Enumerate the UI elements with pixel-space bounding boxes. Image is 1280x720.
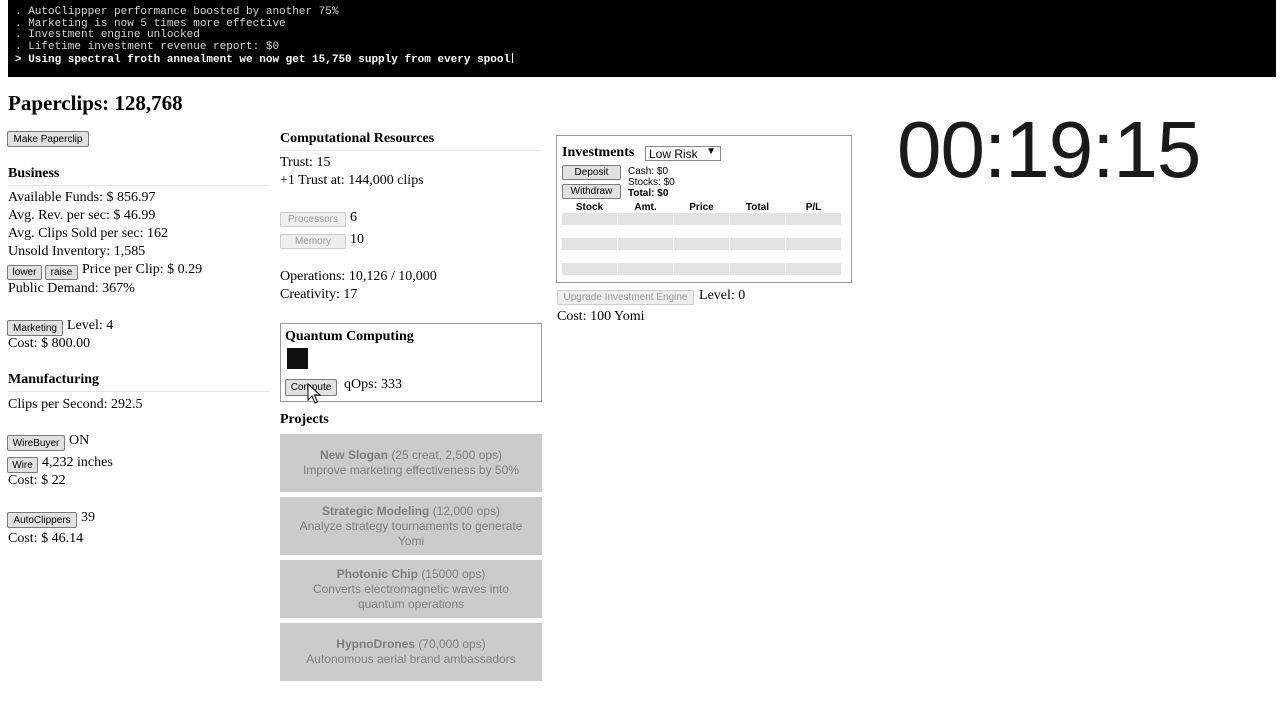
risk-select[interactable]: Low Risk ▼	[645, 146, 721, 161]
console-line: . Lifetime investment revenue report: $0	[15, 40, 280, 53]
available-funds: Available Funds: $ 856.97	[8, 190, 156, 205]
computational-divider	[280, 150, 542, 151]
manufacturing-heading: Manufacturing	[8, 372, 99, 387]
processors-count: 6	[350, 210, 357, 225]
console-line: . AutoClippper performance boosted by an…	[15, 6, 339, 18]
wirebuyer-button[interactable]: WireBuyer	[7, 435, 65, 451]
chevron-down-icon: ▼	[706, 146, 716, 157]
risk-select-value: Low Risk	[649, 147, 698, 161]
price-per-clip: Price per Clip: $ 0.29	[82, 262, 203, 277]
event-console: . AutoClippper performance boosted by an…	[8, 0, 1276, 77]
project-strategic-modeling[interactable]: Strategic Modeling (12,000 ops) Analyze …	[280, 497, 542, 555]
project-hypnodrones[interactable]: HypnoDrones (70,000 ops) Autonomous aeri…	[280, 623, 542, 681]
qops-value: qOps: 333	[344, 377, 402, 392]
trust-value: Trust: 15	[280, 155, 331, 170]
avg-revenue: Avg. Rev. per sec: $ 46.99	[8, 208, 156, 223]
column-header: P/L	[805, 201, 822, 213]
autoclippers-count: 39	[81, 510, 95, 525]
portfolio-table: Stock Amt. Price Total P/L	[561, 201, 842, 275]
make-paperclip-button[interactable]: Make Paperclip	[7, 131, 89, 147]
processors-button[interactable]: Processors	[280, 212, 346, 227]
project-description: Converts electromagnetic waves into quan…	[312, 581, 510, 611]
column-header: Stock	[575, 201, 604, 213]
wire-amount: 4,232 inches	[42, 455, 113, 470]
autoclippers-button[interactable]: AutoClippers	[7, 512, 77, 528]
console-current-text: > Using spectral froth annealment we now…	[15, 54, 511, 67]
next-trust: +1 Trust at: 144,000 clips	[280, 173, 424, 188]
quantum-chip	[287, 348, 308, 369]
lower-price-button[interactable]: lower	[7, 265, 42, 280]
column-header: Amt.	[634, 201, 657, 213]
table-row	[562, 263, 841, 275]
mouse-pointer-icon	[307, 383, 321, 404]
project-cost: (12,000 ops)	[432, 503, 501, 518]
upgrade-investment-engine-button[interactable]: Upgrade Investment Engine	[557, 290, 694, 305]
project-cost: (25 creat, 2,500 ops)	[391, 448, 503, 462]
clips-per-second: Clips per Second: 292.5	[8, 397, 143, 412]
console-cursor	[512, 53, 514, 64]
raise-price-button[interactable]: raise	[45, 265, 78, 280]
column-header: Price	[689, 201, 714, 213]
project-new-slogan[interactable]: New Slogan (25 creat, 2,500 ops) Improve…	[280, 434, 542, 492]
project-name: New Slogan	[319, 448, 388, 462]
project-description: Autonomous aerial brand ambassadors	[306, 652, 516, 666]
computational-heading: Computational Resources	[280, 131, 435, 146]
buy-wire-button[interactable]: Wire	[7, 457, 38, 473]
paperclips-count: Paperclips: 128,768	[8, 91, 183, 115]
unsold-inventory: Unsold Inventory: 1,585	[8, 244, 146, 259]
table-row	[562, 213, 841, 225]
investment-total: Total: $0	[628, 188, 669, 199]
project-name: Photonic Chip	[336, 566, 418, 581]
marketing-cost: Cost: $ 800.00	[8, 336, 91, 351]
autoclippers-cost: Cost: $ 46.14	[8, 531, 84, 546]
project-description: Analyze strategy tournaments to generate…	[299, 518, 523, 548]
withdraw-button[interactable]: Withdraw	[562, 184, 621, 199]
project-cost: (15000 ops)	[421, 566, 486, 581]
table-row	[562, 238, 841, 250]
marketing-button[interactable]: Marketing	[7, 320, 63, 336]
creativity: Creativity: 17	[280, 287, 358, 302]
public-demand: Public Demand: 367%	[8, 281, 135, 296]
investment-engine-level: Level: 0	[699, 288, 746, 303]
project-name: Strategic Modeling	[321, 503, 430, 518]
memory-button[interactable]: Memory	[280, 234, 346, 249]
marketing-level: Level: 4	[67, 318, 114, 333]
investments-heading: Investments	[562, 145, 635, 160]
projects-heading: Projects	[280, 412, 329, 427]
project-photonic-chip[interactable]: Photonic Chip (15000 ops) Converts elect…	[280, 560, 542, 618]
wire-cost: Cost: $ 22	[8, 473, 66, 488]
operations: Operations: 10,126 / 10,000	[280, 269, 437, 284]
project-name: HypnoDrones	[336, 637, 415, 651]
deposit-button[interactable]: Deposit	[562, 165, 621, 180]
memory-count: 10	[350, 232, 364, 247]
project-cost: (70,000 ops)	[418, 637, 486, 651]
investment-cash: Cash: $0	[628, 166, 669, 177]
avg-clips-sold: Avg. Clips Sold per sec: 162	[8, 226, 168, 241]
manufacturing-divider	[8, 391, 270, 392]
quantum-heading: Quantum Computing	[285, 329, 414, 344]
column-header: Total	[745, 201, 770, 213]
console-current-line: > Using spectral froth annealment we now…	[8, 53, 1276, 67]
investment-engine-cost: Cost: 100 Yomi	[557, 309, 645, 324]
project-description: Improve marketing effectiveness by 50%	[303, 463, 519, 477]
business-divider	[8, 185, 270, 186]
business-heading: Business	[8, 166, 60, 181]
elapsed-timer: 00:19:15	[897, 105, 1201, 194]
investment-stocks: Stocks: $0	[628, 177, 675, 188]
wirebuyer-state: ON	[69, 433, 90, 448]
